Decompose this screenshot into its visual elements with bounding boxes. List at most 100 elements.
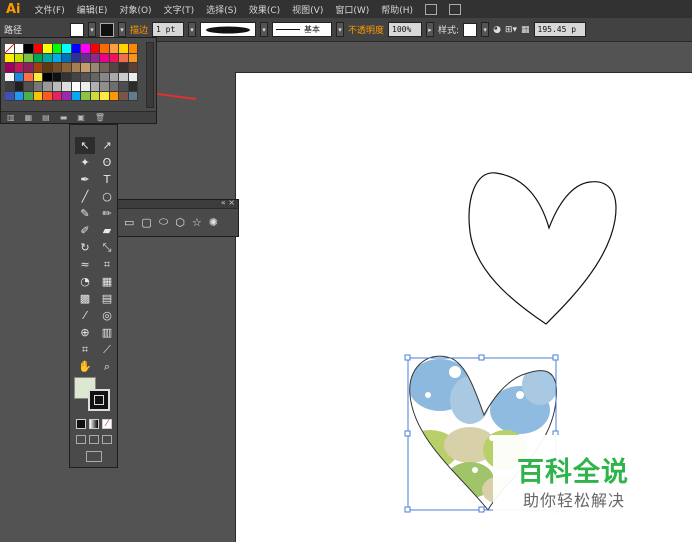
draw-inside-icon[interactable] bbox=[102, 435, 112, 444]
color-swatch[interactable] bbox=[24, 91, 34, 101]
color-swatch[interactable] bbox=[90, 44, 100, 54]
color-swatch[interactable] bbox=[128, 72, 138, 82]
color-swatch[interactable] bbox=[52, 72, 62, 82]
color-swatch[interactable] bbox=[33, 63, 43, 73]
color-swatch[interactable] bbox=[81, 82, 91, 92]
color-swatch[interactable] bbox=[90, 91, 100, 101]
stroke-swatch[interactable] bbox=[100, 22, 115, 37]
shape-builder-tool[interactable]: ◔ bbox=[75, 273, 95, 290]
color-swatch[interactable] bbox=[43, 53, 53, 63]
delete-swatch-icon[interactable]: 🗑 bbox=[95, 113, 105, 122]
zoom-tool[interactable]: ⌕ bbox=[97, 358, 117, 375]
transform-icon[interactable]: ▦ bbox=[521, 25, 530, 35]
color-swatch[interactable] bbox=[43, 63, 53, 73]
color-swatch[interactable] bbox=[5, 53, 15, 63]
polygon-tool[interactable]: ⬡ bbox=[175, 216, 185, 229]
selection-tool[interactable]: ↖ bbox=[75, 137, 95, 154]
menu-help[interactable]: 帮助(H) bbox=[375, 3, 419, 16]
scale-tool[interactable]: ⤡ bbox=[97, 239, 117, 256]
flyout-header[interactable]: « × bbox=[118, 198, 238, 209]
color-swatch[interactable] bbox=[33, 72, 43, 82]
color-swatch[interactable] bbox=[90, 63, 100, 73]
color-swatch[interactable] bbox=[109, 72, 119, 82]
paintbrush-tool[interactable]: ✎ bbox=[75, 205, 95, 222]
width-field[interactable]: 195.45 p bbox=[533, 22, 586, 37]
color-swatch[interactable] bbox=[5, 72, 15, 82]
ellipse-tool-flyout[interactable]: ⬭ bbox=[159, 215, 168, 229]
color-swatch[interactable] bbox=[81, 63, 91, 73]
color-swatch[interactable] bbox=[109, 44, 119, 54]
magic-wand-tool[interactable]: ✦ bbox=[75, 154, 95, 171]
blend-tool[interactable]: ◎ bbox=[97, 307, 117, 324]
color-swatch[interactable] bbox=[81, 53, 91, 63]
swatch-none[interactable] bbox=[5, 44, 15, 54]
align-icon[interactable]: ⊞▾ bbox=[505, 25, 517, 35]
symbol-sprayer-tool[interactable]: ⊕ bbox=[75, 324, 95, 341]
arrange-documents-icon[interactable] bbox=[449, 3, 462, 15]
brush-definition[interactable]: 基本 bbox=[272, 22, 333, 37]
style-dropdown[interactable]: ▾ bbox=[481, 22, 490, 37]
color-swatch[interactable] bbox=[33, 53, 43, 63]
direct-selection-tool[interactable]: ↗ bbox=[97, 137, 117, 154]
color-swatch[interactable] bbox=[109, 63, 119, 73]
gradient-mode-icon[interactable] bbox=[89, 419, 99, 429]
gradient-tool[interactable]: ▤ bbox=[97, 290, 117, 307]
color-swatch[interactable] bbox=[71, 82, 81, 92]
color-swatch[interactable] bbox=[119, 91, 129, 101]
draw-behind-icon[interactable] bbox=[89, 435, 99, 444]
color-swatch[interactable] bbox=[100, 82, 110, 92]
color-swatch[interactable] bbox=[43, 72, 53, 82]
color-swatch[interactable] bbox=[81, 44, 91, 54]
color-swatch[interactable] bbox=[24, 82, 34, 92]
color-swatch[interactable] bbox=[52, 53, 62, 63]
color-swatch[interactable] bbox=[128, 63, 138, 73]
color-swatch[interactable] bbox=[90, 53, 100, 63]
blob-brush-tool[interactable]: ✐ bbox=[75, 222, 95, 239]
artboard-tool[interactable]: ⌗ bbox=[75, 341, 95, 358]
color-swatch[interactable] bbox=[5, 63, 15, 73]
ellipse-tool[interactable]: ○ bbox=[97, 188, 117, 205]
color-swatch[interactable] bbox=[24, 72, 34, 82]
color-swatch[interactable] bbox=[119, 53, 129, 63]
swatch-library-icon[interactable]: ▥ bbox=[7, 113, 15, 122]
pencil-tool[interactable]: ✏ bbox=[97, 205, 117, 222]
close-icon[interactable]: « × bbox=[221, 198, 235, 207]
color-swatch[interactable] bbox=[62, 91, 72, 101]
color-swatch[interactable] bbox=[128, 91, 138, 101]
color-swatch[interactable] bbox=[52, 63, 62, 73]
color-swatch[interactable] bbox=[24, 53, 34, 63]
color-swatch[interactable] bbox=[14, 91, 24, 101]
color-swatch[interactable] bbox=[24, 63, 34, 73]
color-swatch[interactable] bbox=[71, 63, 81, 73]
color-swatch[interactable] bbox=[52, 82, 62, 92]
stroke-weight-dropdown[interactable]: ▾ bbox=[188, 22, 197, 37]
brush-dropdown[interactable]: ▾ bbox=[336, 22, 345, 37]
menu-object[interactable]: 对象(O) bbox=[113, 3, 157, 16]
opacity-dropdown[interactable]: ▸ bbox=[426, 22, 435, 37]
color-swatch[interactable] bbox=[71, 53, 81, 63]
pen-tool[interactable]: ✒ bbox=[75, 171, 95, 188]
color-swatch[interactable] bbox=[128, 82, 138, 92]
color-swatch[interactable] bbox=[71, 72, 81, 82]
color-swatch[interactable] bbox=[43, 91, 53, 101]
color-swatch[interactable] bbox=[24, 44, 34, 54]
opacity-label[interactable]: 不透明度 bbox=[348, 23, 384, 36]
type-tool[interactable]: T bbox=[97, 171, 117, 188]
color-swatch[interactable] bbox=[52, 44, 62, 54]
menu-type[interactable]: 文字(T) bbox=[158, 3, 201, 16]
line-tool[interactable]: ╱ bbox=[75, 188, 95, 205]
fill-dropdown[interactable]: ▾ bbox=[88, 22, 97, 37]
color-swatch[interactable] bbox=[109, 53, 119, 63]
menu-effect[interactable]: 效果(C) bbox=[243, 3, 286, 16]
color-swatch[interactable] bbox=[62, 63, 72, 73]
new-swatch-icon[interactable]: ▣ bbox=[77, 113, 85, 122]
stroke-color-box[interactable] bbox=[88, 389, 110, 411]
color-swatch[interactable] bbox=[14, 72, 24, 82]
eraser-tool[interactable]: ▰ bbox=[97, 222, 117, 239]
color-swatch[interactable] bbox=[5, 82, 15, 92]
slice-tool[interactable]: ⟋ bbox=[97, 341, 117, 358]
color-swatch[interactable] bbox=[14, 53, 24, 63]
color-swatch[interactable] bbox=[100, 44, 110, 54]
rectangle-tool[interactable]: ▭ bbox=[124, 216, 134, 229]
warp-tool[interactable]: ≈ bbox=[75, 256, 95, 273]
